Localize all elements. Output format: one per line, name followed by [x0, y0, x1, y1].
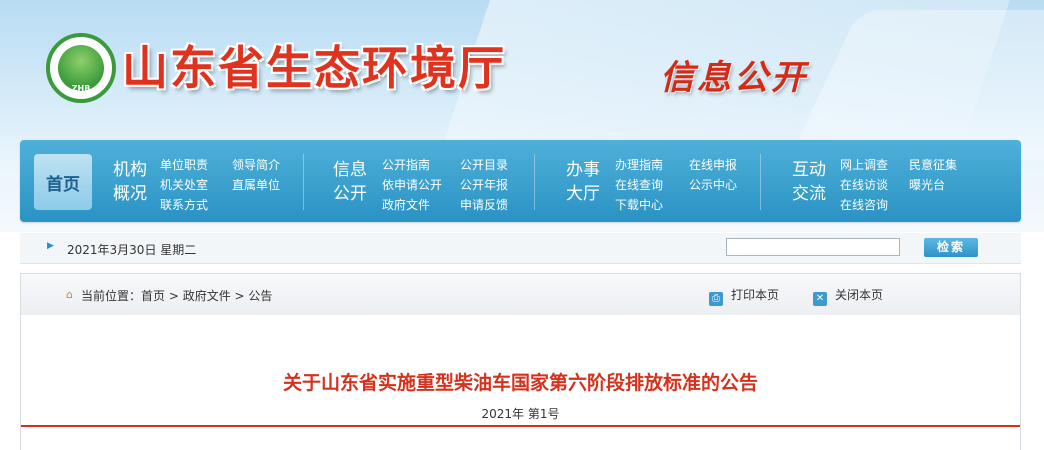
print-label: 打印本页	[731, 288, 780, 302]
nav-link-gszx[interactable]: 公示中心	[689, 176, 737, 193]
zhb-logo-icon[interactable]: ZHB	[46, 33, 116, 103]
document-number: 2021年 第1号	[481, 407, 560, 421]
current-date: 2021年3月30日 星期二	[67, 243, 197, 257]
title-divider	[21, 425, 1020, 427]
section-title: 信息公开	[660, 58, 808, 98]
nav-link-gkml[interactable]: 公开目录	[460, 156, 508, 173]
main-nav: 首页 机构 概况 单位职责 领导简介 机关处室 直属单位 联系方式 信息 公开 …	[20, 140, 1021, 222]
breadcrumb-separator: >	[230, 289, 249, 303]
nav-link-zxzx[interactable]: 在线咨询	[840, 196, 888, 213]
nav-link-gkzn[interactable]: 公开指南	[382, 156, 430, 173]
nav-link-gknb[interactable]: 公开年报	[460, 176, 508, 193]
nav-link-dwzz[interactable]: 单位职责	[160, 156, 208, 173]
print-page-button[interactable]: ⎙ 打印本页	[709, 286, 779, 306]
breadcrumb-separator: >	[165, 289, 183, 303]
search-input[interactable]	[726, 238, 900, 256]
nav-category-line: 大厅	[566, 184, 600, 204]
nav-link-zxsb[interactable]: 在线申报	[689, 156, 737, 173]
article: 关于山东省实施重型柴油车国家第六阶段排放标准的公告 2021年 第1号	[20, 315, 1021, 450]
nav-link-blzn[interactable]: 办理指南	[615, 156, 663, 173]
nav-link-sqfk[interactable]: 申请反馈	[460, 196, 508, 213]
close-icon: ✕	[813, 292, 827, 306]
nav-link-ysqgk[interactable]: 依申请公开	[382, 176, 442, 193]
nav-link-zsdw[interactable]: 直属单位	[232, 176, 280, 193]
site-title[interactable]: 山东省生态环境厅	[122, 32, 506, 98]
nav-link-xzzx[interactable]: 下载中心	[615, 196, 663, 213]
nav-category[interactable]: 信息 公开	[330, 158, 370, 206]
nav-home-button[interactable]: 首页	[34, 154, 92, 210]
nav-category-line: 机构	[113, 160, 147, 180]
nav-link-wsdc[interactable]: 网上调查	[840, 156, 888, 173]
nav-link-myzj[interactable]: 民意征集	[909, 156, 957, 173]
arrow-right-icon: ▶	[47, 241, 54, 251]
nav-category-line: 概况	[113, 184, 147, 204]
nav-link-zfwj[interactable]: 政府文件	[382, 196, 430, 213]
date-search-bar: ▶ 2021年3月30日 星期二 检索	[20, 233, 1021, 264]
breadcrumb: 当前位置：首页 > 政府文件 > 公告	[81, 287, 272, 304]
nav-category-line: 办事	[566, 160, 600, 180]
nav-link-zxcx[interactable]: 在线查询	[615, 176, 663, 193]
nav-divider	[303, 154, 304, 210]
nav-divider	[534, 154, 535, 210]
print-icon: ⎙	[709, 292, 723, 306]
nav-category-line: 互动	[792, 160, 826, 180]
article-title: 关于山东省实施重型柴油车国家第六阶段排放标准的公告	[282, 372, 758, 394]
breadcrumb-item-home[interactable]: 首页	[141, 289, 165, 303]
nav-category-line: 交流	[792, 184, 826, 204]
close-label: 关闭本页	[835, 288, 884, 302]
nav-category[interactable]: 互动 交流	[789, 158, 829, 206]
nav-category-line: 信息	[333, 160, 367, 180]
nav-category[interactable]: 办事 大厅	[563, 158, 603, 206]
nav-link-bgt[interactable]: 曝光台	[909, 176, 945, 193]
breadcrumb-bar: ⌂ 当前位置：首页 > 政府文件 > 公告 ⎙ 打印本页 ✕ 关闭本页	[20, 273, 1021, 316]
close-page-button[interactable]: ✕ 关闭本页	[813, 286, 883, 306]
nav-link-zxft[interactable]: 在线访谈	[840, 176, 888, 193]
breadcrumb-prefix: 当前位置：	[81, 289, 142, 303]
nav-link-ldjj[interactable]: 领导简介	[232, 156, 280, 173]
nav-link-lxfs[interactable]: 联系方式	[160, 196, 208, 213]
nav-category-line: 公开	[333, 184, 367, 204]
home-icon: ⌂	[66, 288, 73, 301]
breadcrumb-item-gg[interactable]: 公告	[248, 289, 272, 303]
breadcrumb-item-zfwj[interactable]: 政府文件	[183, 289, 231, 303]
nav-link-jgcs[interactable]: 机关处室	[160, 176, 208, 193]
nav-category[interactable]: 机构 概况	[110, 158, 150, 206]
search-button[interactable]: 检索	[924, 238, 978, 257]
logo-text: ZHB	[71, 84, 91, 93]
nav-divider	[760, 154, 761, 210]
